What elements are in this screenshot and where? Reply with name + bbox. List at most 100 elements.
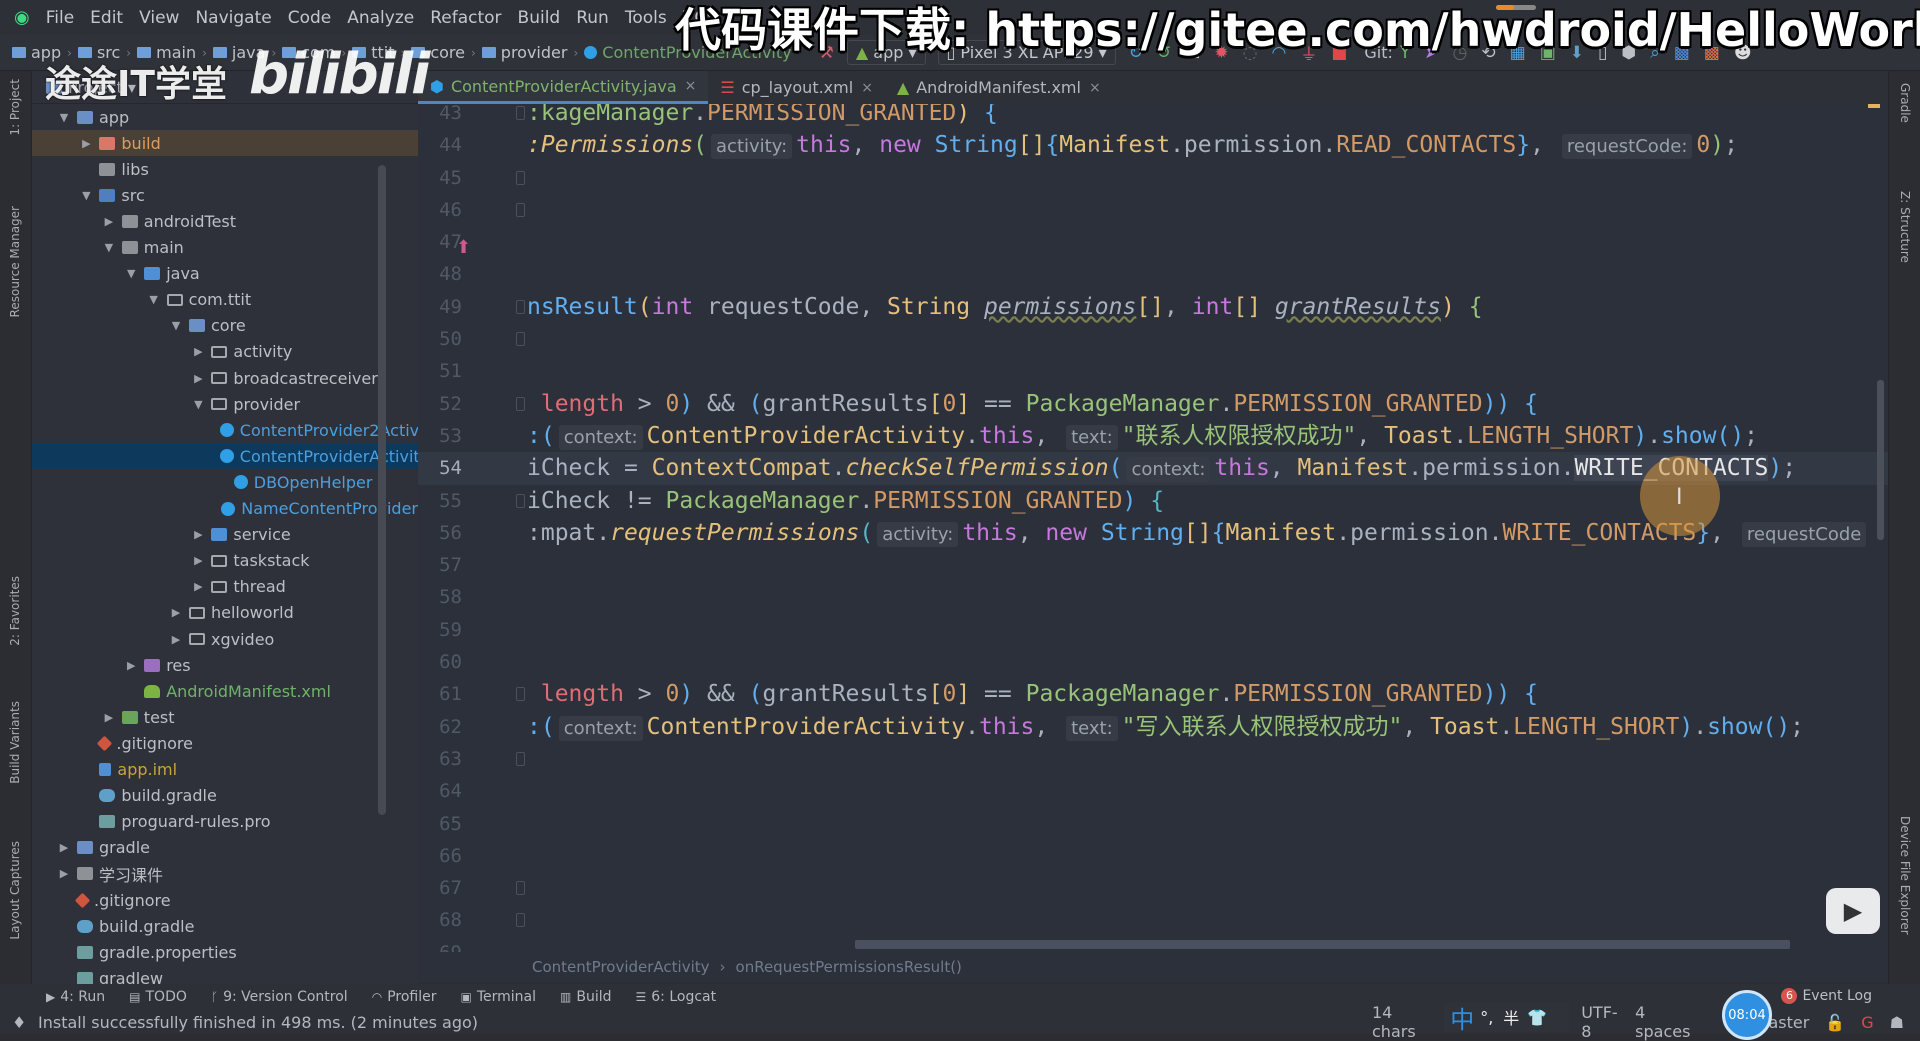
- tool-build[interactable]: ▥ Build: [560, 989, 612, 1005]
- collapsed-arrow-icon[interactable]: ▶: [124, 659, 138, 672]
- menu-refactor[interactable]: Refactor: [430, 8, 501, 28]
- close-icon[interactable]: ×: [1089, 80, 1101, 96]
- tool-logcat[interactable]: ☰ 6: Logcat: [636, 989, 717, 1005]
- tree-item[interactable]: ▶ 学习课件: [32, 861, 418, 887]
- menu-tools[interactable]: Tools: [625, 8, 667, 28]
- tree-item[interactable]: ▶ gradle: [32, 835, 418, 861]
- status-message[interactable]: Install successfully finished in 498 ms.…: [38, 1013, 478, 1032]
- indent-selector[interactable]: 4 spaces: [1635, 1003, 1692, 1041]
- collapsed-arrow-icon[interactable]: ▶: [79, 137, 93, 150]
- tree-item[interactable]: ContentProvider2Activity: [32, 417, 418, 443]
- fold-marker-icon[interactable]: [516, 202, 525, 217]
- tree-item[interactable]: ▼ com.ttit: [32, 287, 418, 313]
- expanded-arrow-icon[interactable]: ▼: [102, 241, 116, 254]
- tree-item[interactable]: ▶ taskstack: [32, 548, 418, 574]
- menu-view[interactable]: View: [139, 8, 179, 28]
- collapsed-arrow-icon[interactable]: ▶: [191, 345, 205, 358]
- collapsed-arrow-icon[interactable]: ▶: [191, 554, 205, 567]
- encoding-selector[interactable]: UTF-8: [1581, 1003, 1619, 1041]
- tree-item[interactable]: gradlew: [32, 965, 418, 984]
- nav-crumb-provider[interactable]: provider ›: [481, 43, 584, 62]
- tree-item[interactable]: DBOpenHelper: [32, 469, 418, 495]
- tree-item[interactable]: build.gradle: [32, 783, 418, 809]
- collapsed-arrow-icon[interactable]: ▶: [102, 215, 116, 228]
- tree-item[interactable]: ▶ build: [32, 130, 418, 157]
- fold-marker-icon[interactable]: [516, 332, 525, 347]
- tree-item[interactable]: ▼ src: [32, 182, 418, 208]
- tree-item[interactable]: proguard-rules.pro: [32, 809, 418, 835]
- expanded-arrow-icon[interactable]: ▼: [191, 398, 205, 411]
- close-icon[interactable]: ×: [685, 78, 697, 94]
- tab-cp-layout-xml[interactable]: ☰ cp_layout.xml ×: [708, 71, 885, 104]
- expanded-arrow-icon[interactable]: ▼: [57, 111, 71, 124]
- tab-contentprovideractivity-java[interactable]: ⬢ ContentProviderActivity.java ×: [418, 71, 709, 104]
- collapsed-arrow-icon[interactable]: ▶: [191, 372, 205, 385]
- tool-favorites[interactable]: 2: Favorites: [8, 576, 22, 646]
- tree-item[interactable]: ▼ main: [32, 235, 418, 261]
- collapsed-arrow-icon[interactable]: ▶: [169, 606, 183, 619]
- tree-item[interactable]: ▼ app: [32, 104, 418, 130]
- tree-item[interactable]: ▼ core: [32, 313, 418, 339]
- tool-run[interactable]: ▶ 4: Run: [46, 989, 105, 1005]
- tree-item[interactable]: gradle.properties: [32, 939, 418, 965]
- tree-item[interactable]: ▶ res: [32, 652, 418, 678]
- vertical-scrollbar[interactable]: [1877, 380, 1884, 540]
- tool-build-variants[interactable]: Build Variants: [8, 701, 22, 784]
- tool-resource-manager[interactable]: Resource Manager: [8, 206, 22, 317]
- tree-item[interactable]: ▶ test: [32, 704, 418, 730]
- fold-marker-icon[interactable]: [516, 170, 525, 185]
- ime-indicator[interactable]: 中 °, 半 👕: [1444, 1002, 1570, 1034]
- tree-item[interactable]: ContentProviderActivity: [32, 443, 418, 470]
- tree-item[interactable]: ▼ java: [32, 261, 418, 287]
- collapsed-arrow-icon[interactable]: ▶: [191, 528, 205, 541]
- collapsed-arrow-icon[interactable]: ▶: [57, 841, 71, 854]
- tool-layout-captures[interactable]: Layout Captures: [8, 841, 22, 940]
- menu-run[interactable]: Run: [576, 8, 609, 28]
- tree-item[interactable]: ▶ service: [32, 522, 418, 548]
- tree-item[interactable]: AndroidManifest.xml: [32, 678, 418, 704]
- tree-item[interactable]: ▶ xgvideo: [32, 626, 418, 652]
- collapsed-arrow-icon[interactable]: ▶: [102, 711, 116, 724]
- menu-edit[interactable]: Edit: [90, 8, 123, 28]
- tree-item[interactable]: app.iml: [32, 757, 418, 783]
- menu-navigate[interactable]: Navigate: [195, 8, 271, 28]
- close-icon[interactable]: ×: [861, 80, 873, 96]
- expanded-arrow-icon[interactable]: ▼: [124, 267, 138, 280]
- fold-marker-icon[interactable]: [516, 913, 525, 928]
- inspector-icon[interactable]: ☗: [1890, 1013, 1904, 1032]
- menu-build[interactable]: Build: [518, 8, 561, 28]
- override-gutter-icon[interactable]: ⬆: [456, 237, 471, 258]
- lock-icon[interactable]: 🔓: [1825, 1013, 1845, 1032]
- tree-item[interactable]: .gitignore: [32, 730, 418, 756]
- git-branch-selector[interactable]: aster: [1769, 1013, 1810, 1032]
- menu-analyze[interactable]: Analyze: [347, 8, 414, 28]
- tree-item[interactable]: ▶ activity: [32, 339, 418, 365]
- tool-device-file-explorer[interactable]: Device File Explorer: [1898, 816, 1912, 935]
- project-scrollbar[interactable]: [378, 165, 386, 815]
- menu-code[interactable]: Code: [288, 8, 332, 28]
- tool-project[interactable]: 1: Project: [8, 79, 22, 136]
- tree-item[interactable]: NameContentProvider: [32, 496, 418, 522]
- breadcrumb-class[interactable]: ContentProviderActivity: [532, 958, 710, 976]
- tree-item[interactable]: ▼ provider: [32, 391, 418, 417]
- tree-item[interactable]: build.gradle: [32, 913, 418, 939]
- tool-todo[interactable]: ▤ TODO: [129, 989, 187, 1005]
- fold-marker-icon[interactable]: [516, 493, 525, 508]
- expanded-arrow-icon[interactable]: ▼: [169, 319, 183, 332]
- tree-item[interactable]: ▶ broadcastreceiver: [32, 365, 418, 391]
- tree-item[interactable]: ▶ androidTest: [32, 208, 418, 234]
- fold-marker-icon[interactable]: [516, 106, 525, 120]
- event-log-button[interactable]: 6 Event Log: [1781, 988, 1872, 1004]
- horizontal-scrollbar[interactable]: [855, 940, 1790, 949]
- fold-marker-icon[interactable]: [516, 299, 525, 314]
- tab-androidmanifest-xml[interactable]: ▲ AndroidManifest.xml ×: [885, 71, 1113, 104]
- tree-item[interactable]: .gitignore: [32, 887, 418, 913]
- collapsed-arrow-icon[interactable]: ▶: [191, 580, 205, 593]
- expanded-arrow-icon[interactable]: ▼: [147, 293, 161, 306]
- fold-marker-icon[interactable]: [516, 396, 525, 411]
- tool-terminal[interactable]: ▣ Terminal: [460, 989, 536, 1005]
- tool-gradle[interactable]: Gradle: [1898, 83, 1912, 123]
- tool-version-control[interactable]: ᚴ 9: Version Control: [211, 989, 348, 1005]
- tree-item[interactable]: ▶ thread: [32, 574, 418, 600]
- expanded-arrow-icon[interactable]: ▼: [79, 189, 93, 202]
